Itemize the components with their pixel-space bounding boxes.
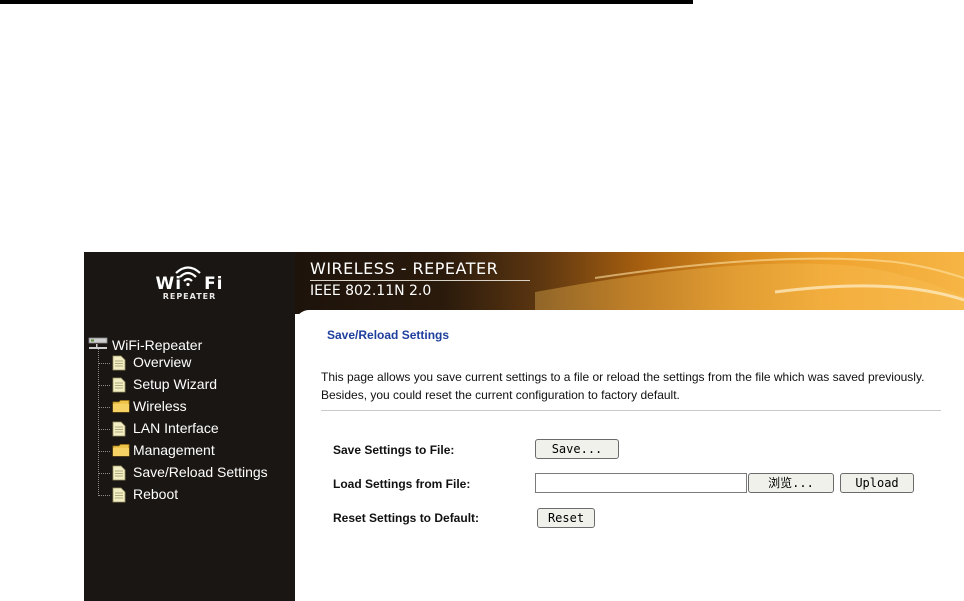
browse-button[interactable]: 浏览... <box>748 473 834 493</box>
save-settings-label: Save Settings to File: <box>333 443 455 457</box>
nav-item-label: Management <box>133 442 215 458</box>
load-settings-label: Load Settings from File: <box>333 477 471 491</box>
banner-subtitle: IEEE 802.11N 2.0 <box>310 283 432 299</box>
reset-button[interactable]: Reset <box>537 508 595 528</box>
page-icon <box>112 421 126 437</box>
banner-divider <box>310 280 530 281</box>
save-button[interactable]: Save... <box>535 439 619 459</box>
file-path-input[interactable] <box>535 473 747 493</box>
page-title: Save/Reload Settings <box>327 328 450 342</box>
folder-icon <box>112 400 130 413</box>
banner-title: WIRELESS - REPEATER <box>310 259 499 278</box>
nav-item-label: Overview <box>133 354 192 370</box>
nav-root-label: WiFi-Repeater <box>112 337 203 353</box>
page-icon <box>112 487 126 503</box>
nav-item-label: Setup Wizard <box>133 376 218 392</box>
logo-subtitle: REPEATER <box>162 292 217 301</box>
nav-item-label: Wireless <box>133 398 187 414</box>
page-icon <box>112 355 126 371</box>
page-icon <box>112 465 126 481</box>
page-description: This page allows you save current settin… <box>321 370 925 402</box>
wifi-logo: Wi Fi REPEATER <box>84 252 295 310</box>
upload-button[interactable]: Upload <box>840 473 914 493</box>
router-admin-panel: Wi Fi REPEATER WiFi-Repeater Overview Se… <box>84 252 964 601</box>
nav-item-label: Save/Reload Settings <box>133 464 268 480</box>
page-icon <box>112 377 126 393</box>
divider <box>321 410 941 411</box>
nav-item-label: LAN Interface <box>133 420 219 436</box>
sidebar: Wi Fi REPEATER WiFi-Repeater Overview Se… <box>84 252 295 601</box>
nav-item-label: Reboot <box>133 486 179 502</box>
header-banner: WIRELESS - REPEATER IEEE 802.11N 2.0 <box>295 252 964 314</box>
logo-wordmark: Wi Fi <box>155 274 224 294</box>
folder-icon <box>112 444 130 457</box>
reset-settings-label: Reset Settings to Default: <box>333 511 480 525</box>
top-rule <box>0 0 693 4</box>
main-content: Save/Reload Settings This page allows yo… <box>295 310 964 601</box>
